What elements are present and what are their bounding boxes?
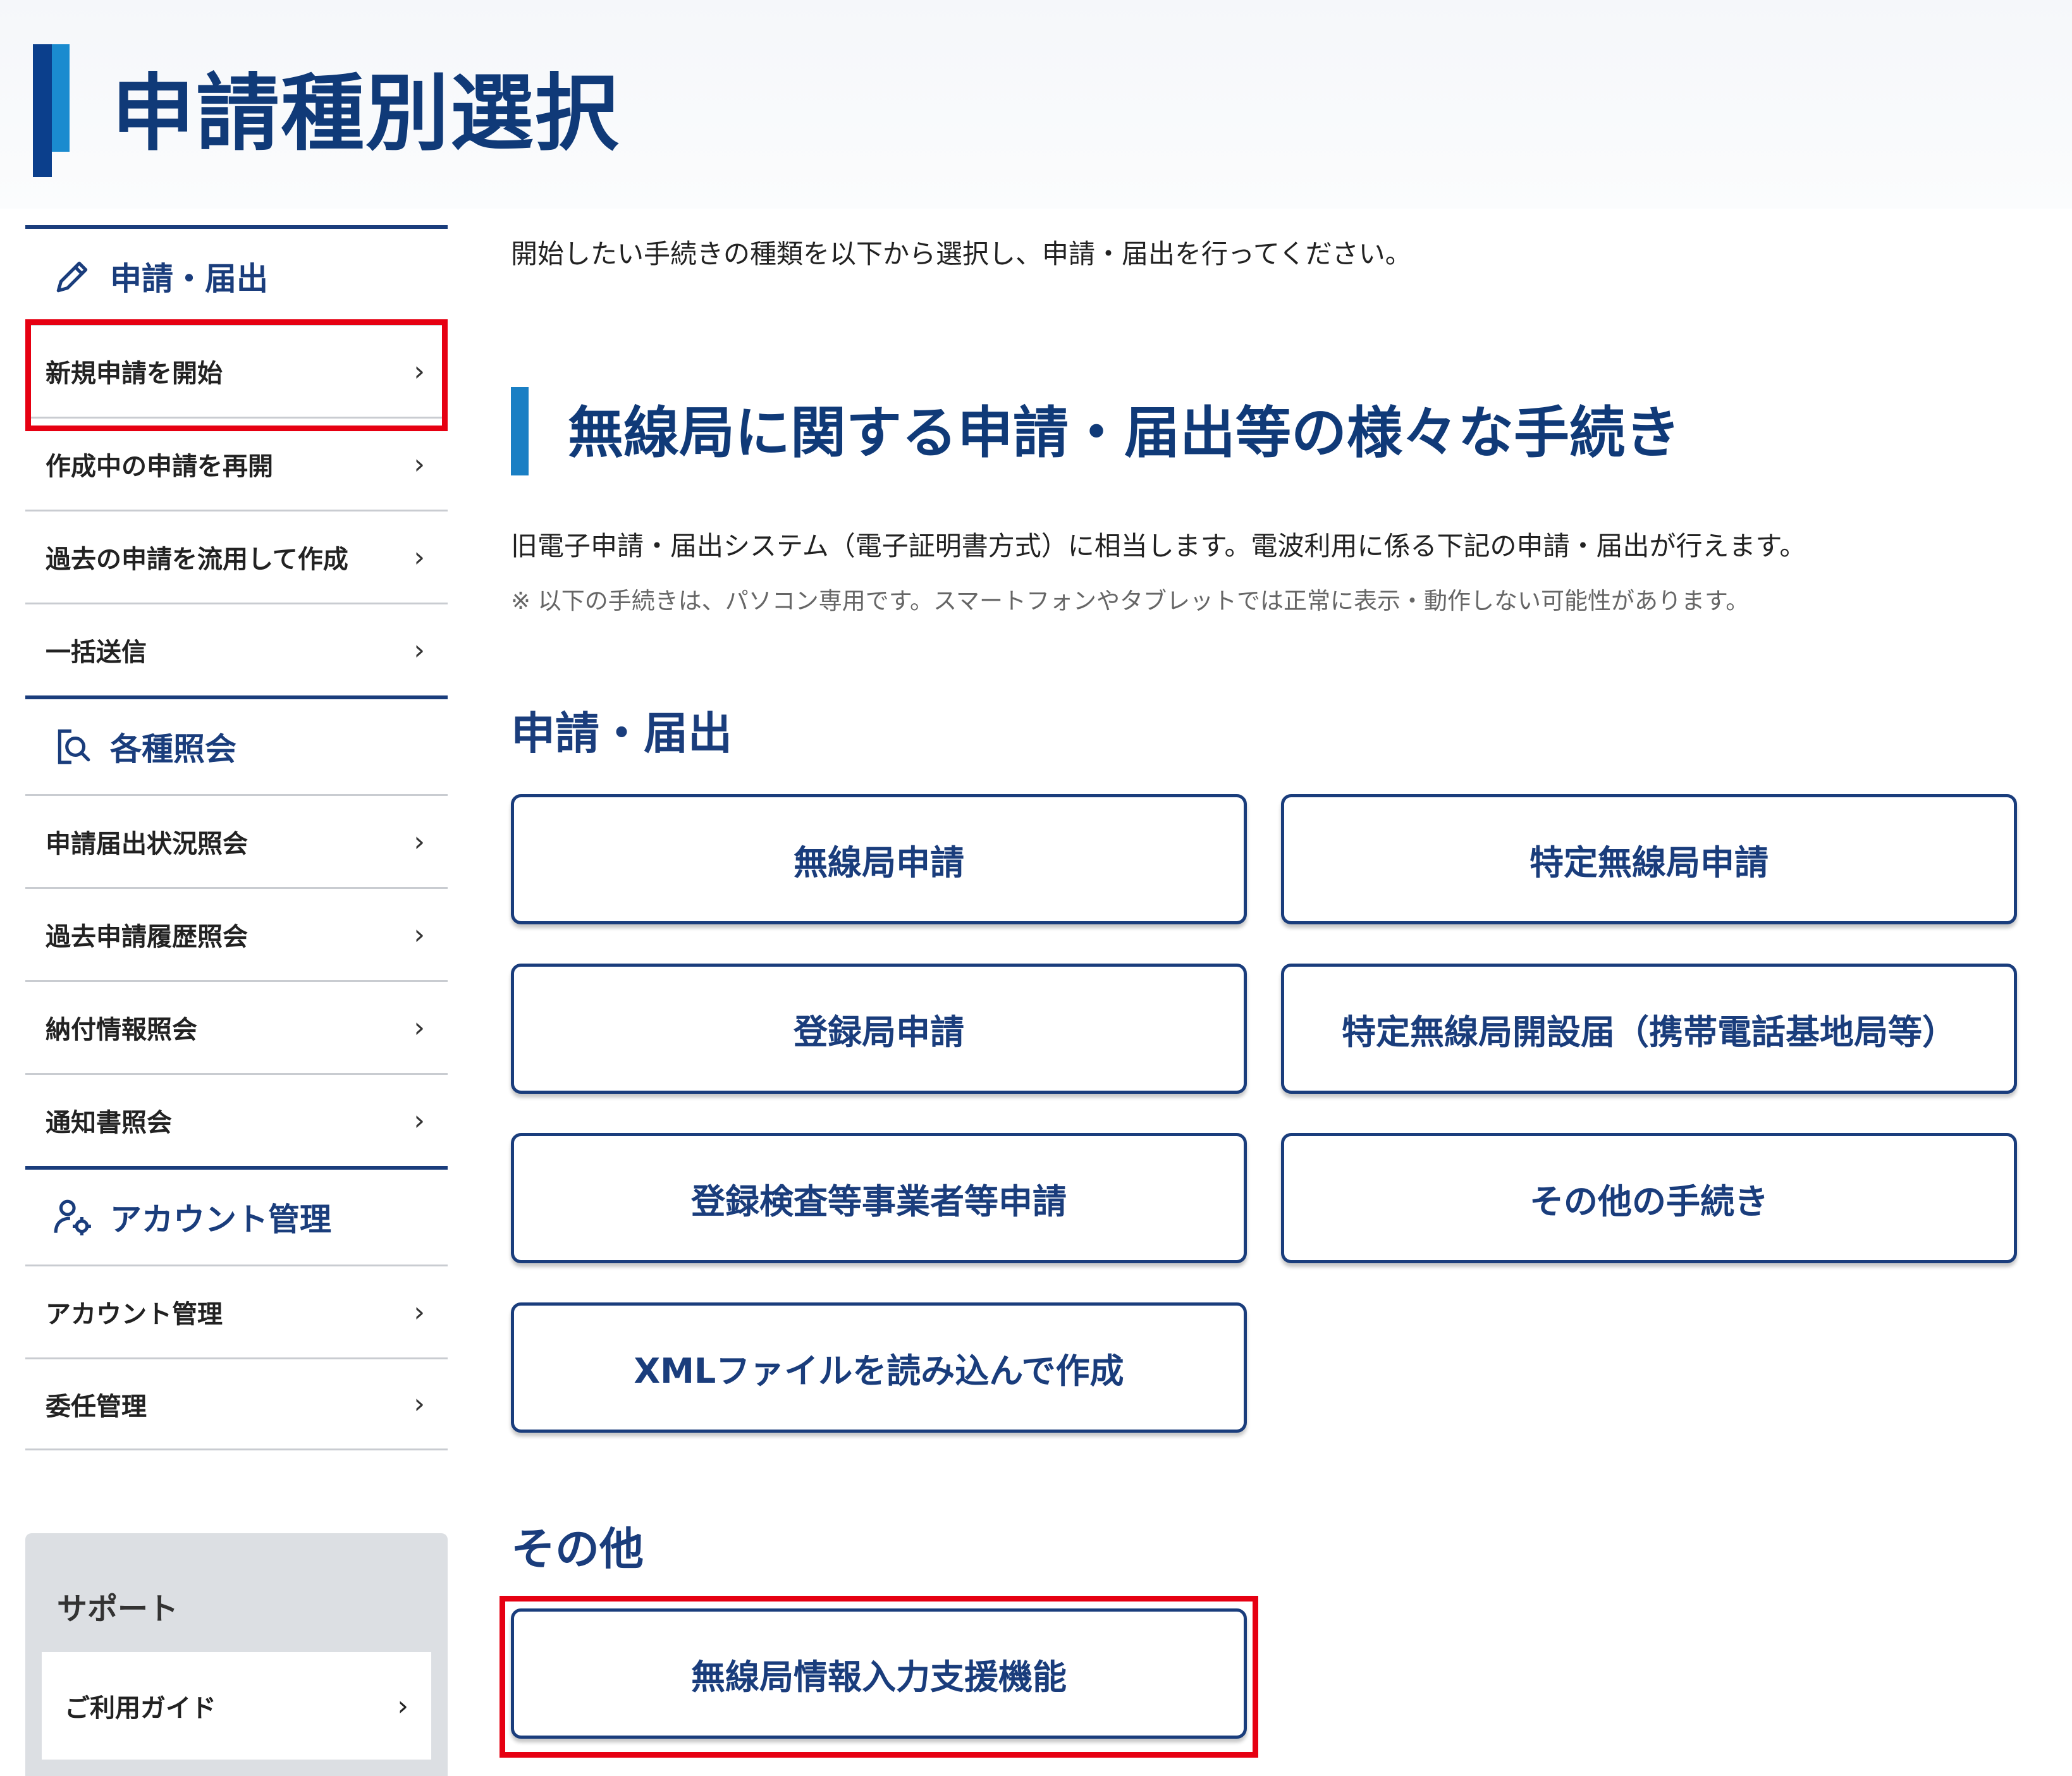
- chevron-right-icon: ›: [414, 1295, 425, 1328]
- sidebar-item-batch-send[interactable]: 一括送信 ›: [25, 603, 448, 695]
- user-gear-icon: [54, 1199, 91, 1235]
- sidebar-item-label: 委任管理: [46, 1392, 147, 1421]
- sidebar-item-delegation-management[interactable]: 委任管理 ›: [25, 1357, 448, 1450]
- intro-text: 開始したい手続きの種類を以下から選択し、申請・届出を行ってください。: [511, 238, 1412, 269]
- chevron-right-icon: ›: [414, 541, 425, 573]
- sidebar-item-notice-inquiry[interactable]: 通知書照会 ›: [25, 1073, 448, 1166]
- chevron-right-icon: ›: [414, 918, 425, 951]
- sidebar-item-reuse-application[interactable]: 過去の申請を流用して作成 ›: [25, 510, 448, 603]
- chevron-right-icon: ›: [414, 1104, 425, 1137]
- sidebar-item-label: 過去の申請を流用して作成: [46, 545, 348, 574]
- group-title-application: 申請・届出: [511, 707, 732, 759]
- sidebar-item-label: 過去申請履歴照会: [46, 922, 248, 952]
- sidebar-section-title: アカウント管理: [110, 1201, 331, 1238]
- support-item-label: ご利用ガイド: [64, 1694, 216, 1723]
- support-item-user-guide[interactable]: ご利用ガイド ›: [42, 1652, 431, 1760]
- radio-station-input-support-button[interactable]: 無線局情報入力支援機能: [511, 1608, 1247, 1739]
- sidebar: 申請・届出 新規申請を開始 › 作成中の申請を再開 › 過去の申請を流用して作成…: [25, 225, 448, 1450]
- sidebar-section-application: 申請・届出: [25, 225, 448, 324]
- sidebar-item-label: 新規申請を開始: [46, 359, 223, 388]
- document-search-icon: [58, 729, 90, 764]
- sidebar-item-payment-inquiry[interactable]: 納付情報照会 ›: [25, 980, 448, 1073]
- pencil-icon: [56, 261, 88, 293]
- support-panel: サポート ご利用ガイド ›: [25, 1533, 448, 1776]
- sidebar-item-label: 通知書照会: [46, 1108, 172, 1137]
- chevron-right-icon: ›: [414, 448, 425, 481]
- sidebar-section-title: 申請・届出: [110, 260, 268, 297]
- sidebar-item-history-inquiry[interactable]: 過去申請履歴照会 ›: [25, 887, 448, 980]
- support-title: サポート: [57, 1591, 179, 1627]
- chevron-right-icon: ›: [397, 1689, 408, 1722]
- section-accent-bar: [511, 387, 529, 475]
- sidebar-item-new-application[interactable]: 新規申請を開始 ›: [25, 324, 448, 417]
- sidebar-item-resume-application[interactable]: 作成中の申請を再開 ›: [25, 417, 448, 510]
- chevron-right-icon: ›: [414, 634, 425, 666]
- title-accent-bar-light: [52, 44, 70, 152]
- sidebar-item-label: 納付情報照会: [46, 1015, 197, 1044]
- group-title-other: その他: [511, 1523, 644, 1575]
- sidebar-item-label: 作成中の申請を再開: [46, 452, 273, 481]
- section-description: 旧電子申請・届出システム（電子証明書方式）に相当します。電波利用に係る下記の申請…: [511, 530, 1806, 561]
- chevron-right-icon: ›: [414, 1011, 425, 1044]
- sidebar-item-label: 申請届出状況照会: [46, 830, 248, 859]
- sidebar-item-label: 一括送信: [46, 638, 147, 667]
- registered-station-application-button[interactable]: 登録局申請: [511, 964, 1247, 1094]
- sidebar-section-inquiry: 各種照会: [25, 695, 448, 794]
- chevron-right-icon: ›: [414, 825, 425, 858]
- title-accent-bar-dark: [33, 44, 52, 177]
- radio-station-application-button[interactable]: 無線局申請: [511, 794, 1247, 924]
- chevron-right-icon: ›: [414, 355, 425, 388]
- specified-station-opening-notice-button[interactable]: 特定無線局開設届（携帯電話基地局等）: [1281, 964, 2017, 1094]
- sidebar-item-account-management[interactable]: アカウント管理 ›: [25, 1265, 448, 1357]
- sidebar-item-label: アカウント管理: [46, 1300, 223, 1329]
- section-title: 無線局に関する申請・届出等の様々な手続き: [568, 400, 1681, 465]
- registered-inspector-application-button[interactable]: 登録検査等事業者等申請: [511, 1133, 1247, 1263]
- specified-radio-station-application-button[interactable]: 特定無線局申請: [1281, 794, 2017, 924]
- other-procedures-button[interactable]: その他の手続き: [1281, 1133, 2017, 1263]
- page-title: 申請種別選択: [111, 65, 620, 162]
- sidebar-item-status-inquiry[interactable]: 申請届出状況照会 ›: [25, 794, 448, 887]
- chevron-right-icon: ›: [414, 1388, 425, 1420]
- sidebar-section-account: アカウント管理: [25, 1166, 448, 1265]
- create-from-xml-button[interactable]: XMLファイルを読み込んで作成: [511, 1302, 1247, 1433]
- sidebar-section-title: 各種照会: [110, 731, 236, 768]
- pc-only-note: ※ 以下の手続きは、パソコン専用です。スマートフォンやタブレットでは正常に表示・…: [511, 587, 1750, 615]
